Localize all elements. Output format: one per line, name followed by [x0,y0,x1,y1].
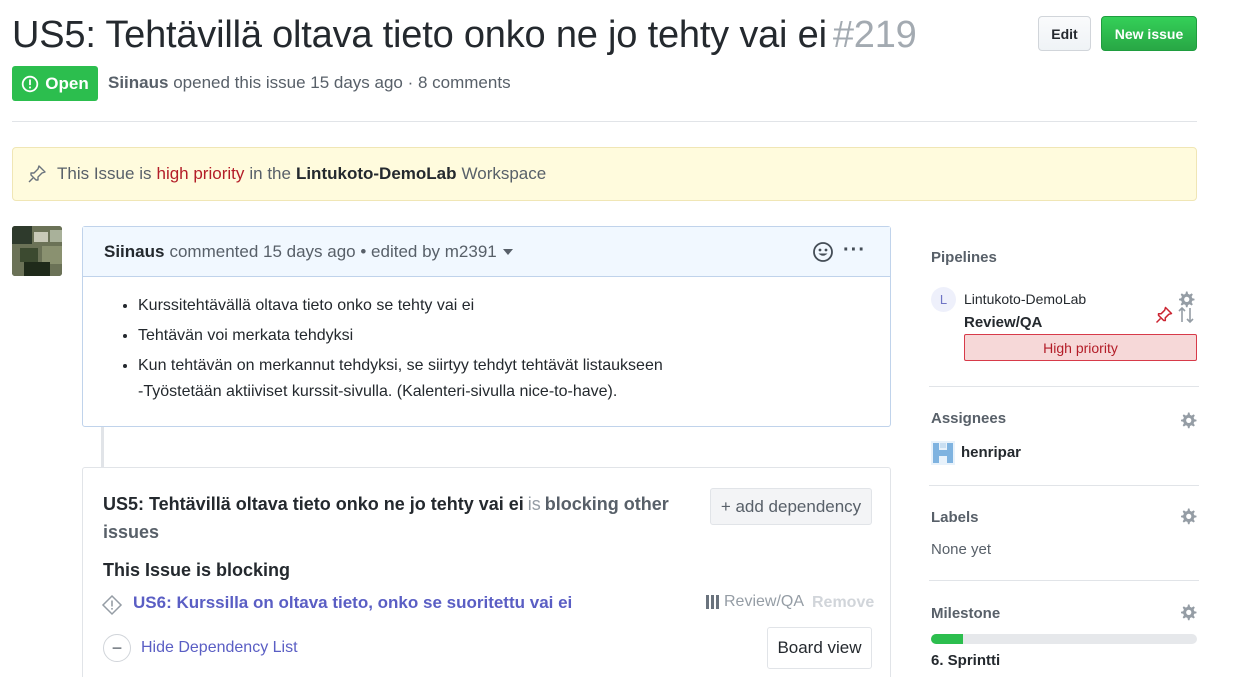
labels-value: None yet [931,541,992,558]
issue-number: #219 [832,14,917,56]
list-item: Tehtävän voi merkata tehdyksi [138,325,890,347]
dependency-issue-title: US5: Tehtävillä oltava tieto onko ne jo … [103,494,524,514]
hide-dependency-list-button[interactable]: − Hide Dependency List [103,634,298,662]
remove-dependency-button[interactable]: Remove [812,594,874,612]
banner-workspace: Lintukoto-DemoLab [295,164,457,183]
comment-meta: commented 15 days ago • edited by m2391 [169,241,497,261]
banner-middle: in the [249,164,291,183]
issue-title-text: US5: Tehtävillä oltava tieto onko ne jo … [12,14,827,56]
move-pipeline-icon[interactable] [1176,305,1196,325]
add-dependency-button[interactable]: + add dependency [710,488,872,525]
sidebar-divider [929,485,1199,486]
board-view-button[interactable]: Board view [767,627,872,669]
labels-heading: Labels [931,509,979,526]
issue-meta: Siinaus opened this issue 15 days ago · … [108,73,511,93]
comment-header: Siinaus commented 15 days ago • edited b… [83,227,890,277]
dependency-issue-link[interactable]: US6: Kurssilla on oltava tieto, onko se … [133,593,572,613]
issue-title: US5: Tehtävillä oltava tieto onko ne jo … [12,14,917,57]
banner-prefix: This Issue is [57,164,152,183]
blocked-issue-icon [101,594,123,616]
banner-priority: high priority [156,164,245,183]
chevron-down-icon[interactable] [502,248,513,255]
minus-icon: − [103,634,131,662]
pin-icon[interactable] [1155,306,1173,324]
more-options-icon[interactable]: ··· [843,239,866,261]
comment-list: Kurssitehtävällä oltava tieto onko se te… [138,295,890,403]
sidebar-divider [929,580,1199,581]
priority-badge: High priority [964,334,1197,361]
gear-icon[interactable] [1179,603,1197,621]
author-avatar[interactable] [12,226,62,276]
dependency-pipeline: Review/QA [706,593,804,611]
dependencies-panel: US5: Tehtävillä oltava tieto onko ne jo … [82,467,891,677]
list-item-text: Tehtävän voi merkata tehdyksi [138,327,354,344]
pipeline-workspace: Lintukoto-DemoLab [964,291,1087,307]
comment-body: Kurssitehtävällä oltava tieto onko se te… [83,277,890,403]
milestone-name[interactable]: 6. Sprintti [931,652,1000,669]
banner-suffix: Workspace [461,164,547,183]
issue-author-link[interactable]: Siinaus [108,73,168,92]
workspace-avatar: L [931,287,956,312]
header-divider [12,121,1197,122]
assignee-name[interactable]: henripar [961,444,1021,461]
dependency-pipeline-label: Review/QA [724,593,805,610]
list-item: Kurssitehtävällä oltava tieto onko se te… [138,295,890,317]
hide-dependency-label: Hide Dependency List [141,639,298,656]
status-label: Open [45,73,89,93]
pipeline-stage[interactable]: Review/QA [964,314,1042,331]
pin-icon [28,165,46,183]
comment-author[interactable]: Siinaus [104,242,164,262]
emoji-reaction-icon[interactable] [812,241,834,263]
assignee-avatar[interactable] [931,441,955,465]
milestone-progress-fill [931,634,963,644]
pipelines-heading: Pipelines [931,249,997,266]
dependency-is: is [527,494,541,514]
list-item-continuation: -Työstetään aktiiviset kurssit-sivulla. … [138,383,618,400]
sidebar-divider [929,386,1199,387]
blocking-heading: This Issue is blocking [103,560,291,580]
issue-comment: Siinaus commented 15 days ago • edited b… [82,226,891,427]
gear-icon[interactable] [1179,411,1197,429]
assignees-heading: Assignees [931,410,1007,427]
list-item-text: Kun tehtävän on merkannut tehdyksi, se s… [138,357,663,374]
list-item: Kun tehtävän on merkannut tehdyksi, se s… [138,355,890,403]
issue-opened-text: opened this issue 15 days ago · 8 commen… [173,73,511,92]
status-badge: Open [12,66,98,101]
edit-button[interactable]: Edit [1038,16,1091,51]
milestone-progress-bar [931,634,1197,644]
milestone-heading: Milestone [931,605,1001,622]
dependencies-title: US5: Tehtävillä oltava tieto onko ne jo … [103,490,688,546]
pipeline-icon [706,595,719,609]
new-issue-button[interactable]: New issue [1101,16,1197,51]
gear-icon[interactable] [1179,507,1197,525]
timeline-line [101,427,104,467]
priority-banner: This Issue is high priority in the Lintu… [12,147,1197,201]
issue-opened-icon [22,75,39,92]
list-item-text: Kurssitehtävällä oltava tieto onko se te… [138,297,475,314]
avatar-image [12,226,62,276]
